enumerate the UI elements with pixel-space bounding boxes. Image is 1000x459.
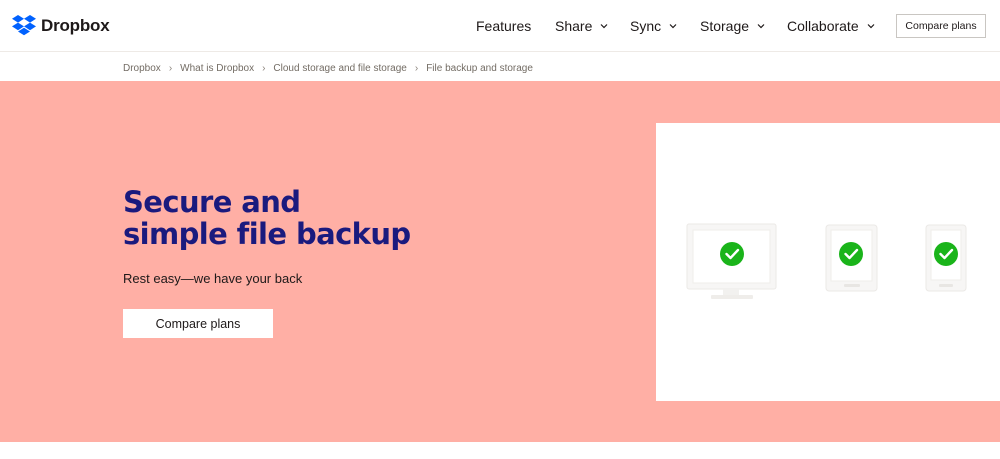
- breadcrumb: Dropbox › What is Dropbox › Cloud storag…: [123, 62, 533, 74]
- check-circle-icon: [934, 242, 958, 266]
- backup-illustration: [656, 123, 1000, 401]
- hero-subtitle: Rest easy—we have your back: [123, 271, 303, 286]
- chevron-down-icon: [669, 24, 677, 29]
- nav-sync-label: Sync: [630, 18, 662, 34]
- check-circle-icon: [839, 242, 863, 266]
- nav-sync[interactable]: Sync: [630, 18, 677, 34]
- dropbox-logo-icon: [12, 15, 36, 36]
- breadcrumb-item-what-is-dropbox[interactable]: What is Dropbox: [180, 63, 254, 74]
- hero-title-line-2: simple file backup: [123, 217, 411, 251]
- brand-name: Dropbox: [41, 15, 110, 35]
- chevron-down-icon: [600, 24, 608, 29]
- devices-illustration: [686, 223, 967, 299]
- compare-plans-header-button[interactable]: Compare plans: [896, 14, 986, 38]
- nav-collaborate[interactable]: Collaborate: [787, 18, 875, 34]
- chevron-down-icon: [867, 24, 875, 29]
- nav-storage[interactable]: Storage: [700, 18, 765, 34]
- nav-share-label: Share: [555, 18, 593, 34]
- breadcrumb-separator-icon: ›: [168, 62, 173, 74]
- nav-storage-label: Storage: [700, 18, 750, 34]
- top-navigation-bar: Dropbox Features Share Sync Storage Coll…: [0, 0, 1000, 52]
- nav-features[interactable]: Features: [476, 18, 531, 34]
- breadcrumb-separator-icon: ›: [414, 62, 419, 74]
- dropbox-logo[interactable]: Dropbox: [12, 15, 110, 36]
- nav-features-label: Features: [476, 18, 532, 34]
- check-circle-icon: [720, 242, 744, 266]
- breadcrumb-separator-icon: ›: [262, 62, 266, 74]
- page-bottom-strip: [0, 442, 1000, 459]
- nav-collaborate-label: Collaborate: [787, 18, 859, 34]
- compare-plans-hero-button[interactable]: Compare plans: [123, 309, 273, 338]
- breadcrumb-item-cloud-storage[interactable]: Cloud storage and file storage: [273, 63, 406, 74]
- hero-title: Secure and simple file backup: [123, 186, 411, 250]
- hero-section: Secure and simple file backup Rest easy—…: [0, 81, 1000, 442]
- breadcrumb-item-file-backup: File backup and storage: [426, 62, 533, 74]
- hero-title-line-1: Secure and: [123, 185, 301, 219]
- chevron-down-icon: [757, 24, 765, 29]
- nav-share[interactable]: Share: [555, 18, 608, 34]
- breadcrumb-item-dropbox[interactable]: Dropbox: [123, 63, 161, 74]
